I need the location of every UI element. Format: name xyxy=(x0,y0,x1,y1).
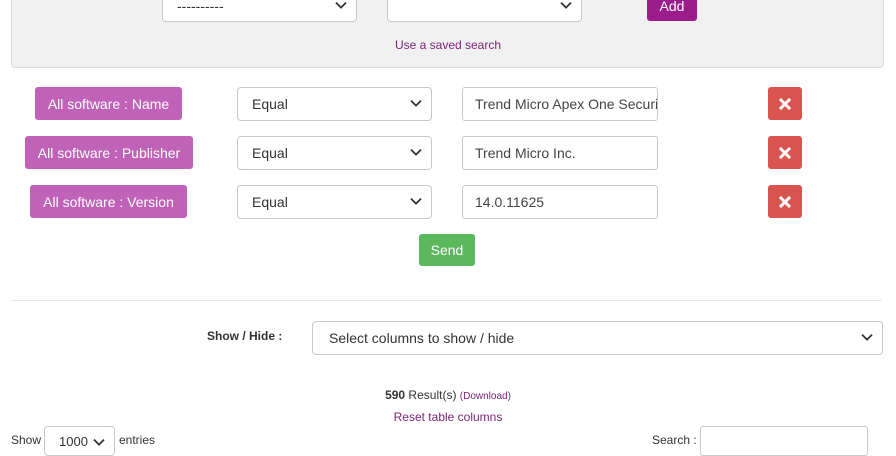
section-divider xyxy=(11,300,882,301)
criteria-value-input[interactable]: Trend Micro Apex One Security Agent xyxy=(462,87,658,121)
entries-label: entries xyxy=(119,433,156,447)
criteria-field-label[interactable]: All software : Name xyxy=(35,87,182,120)
chevron-down-icon xyxy=(410,148,422,156)
result-count: 590 xyxy=(385,388,406,402)
criteria-operator-select[interactable]: Equal xyxy=(237,87,432,121)
close-icon xyxy=(779,97,791,110)
search-label: Search : xyxy=(652,433,697,447)
result-text: Result(s) xyxy=(405,388,460,402)
chevron-down-icon xyxy=(861,333,873,341)
entries-select[interactable]: 1000 xyxy=(44,426,115,456)
reset-columns-link[interactable]: Reset table columns xyxy=(0,410,896,424)
criteria-operator-value: Equal xyxy=(252,96,288,112)
show-label: Show xyxy=(11,433,42,447)
criteria-field-label[interactable]: All software : Publisher xyxy=(25,136,193,169)
entries-select-value: 1000 xyxy=(59,433,88,449)
criteria-operator-select[interactable]: Equal xyxy=(237,136,432,170)
show-hide-label: Show / Hide : xyxy=(207,329,283,343)
columns-select[interactable]: Select columns to show / hide xyxy=(312,321,883,355)
use-saved-search-link[interactable]: Use a saved search xyxy=(0,38,896,52)
remove-criteria-button[interactable] xyxy=(768,87,802,120)
criteria-operator-value: Equal xyxy=(252,145,288,161)
close-icon xyxy=(779,146,791,159)
remove-criteria-button[interactable] xyxy=(768,136,802,169)
add-button[interactable]: Add xyxy=(647,0,697,21)
saved-search-select-value: ---------- xyxy=(177,0,224,14)
saved-search-select[interactable]: ---------- xyxy=(162,0,357,22)
search-input[interactable] xyxy=(700,426,868,456)
chevron-down-icon xyxy=(93,438,105,446)
chevron-down-icon xyxy=(560,1,572,9)
download-link[interactable]: (Download) xyxy=(460,391,511,402)
chevron-down-icon xyxy=(410,197,422,205)
chevron-down-icon xyxy=(410,99,422,107)
criteria-field-label[interactable]: All software : Version xyxy=(30,185,187,218)
saved-search-select-secondary[interactable] xyxy=(387,0,582,22)
criteria-operator-select[interactable]: Equal xyxy=(237,185,432,219)
remove-criteria-button[interactable] xyxy=(768,185,802,218)
close-icon xyxy=(779,195,791,208)
criteria-value-input[interactable]: Trend Micro Inc. xyxy=(462,136,658,170)
columns-select-text: Select columns to show / hide xyxy=(329,330,515,346)
criteria-value-input[interactable]: 14.0.11625 xyxy=(462,185,658,219)
results-summary: 590 Result(s) (Download) xyxy=(0,388,896,402)
chevron-down-icon xyxy=(335,1,347,9)
send-button[interactable]: Send xyxy=(419,234,475,266)
criteria-operator-value: Equal xyxy=(252,194,288,210)
